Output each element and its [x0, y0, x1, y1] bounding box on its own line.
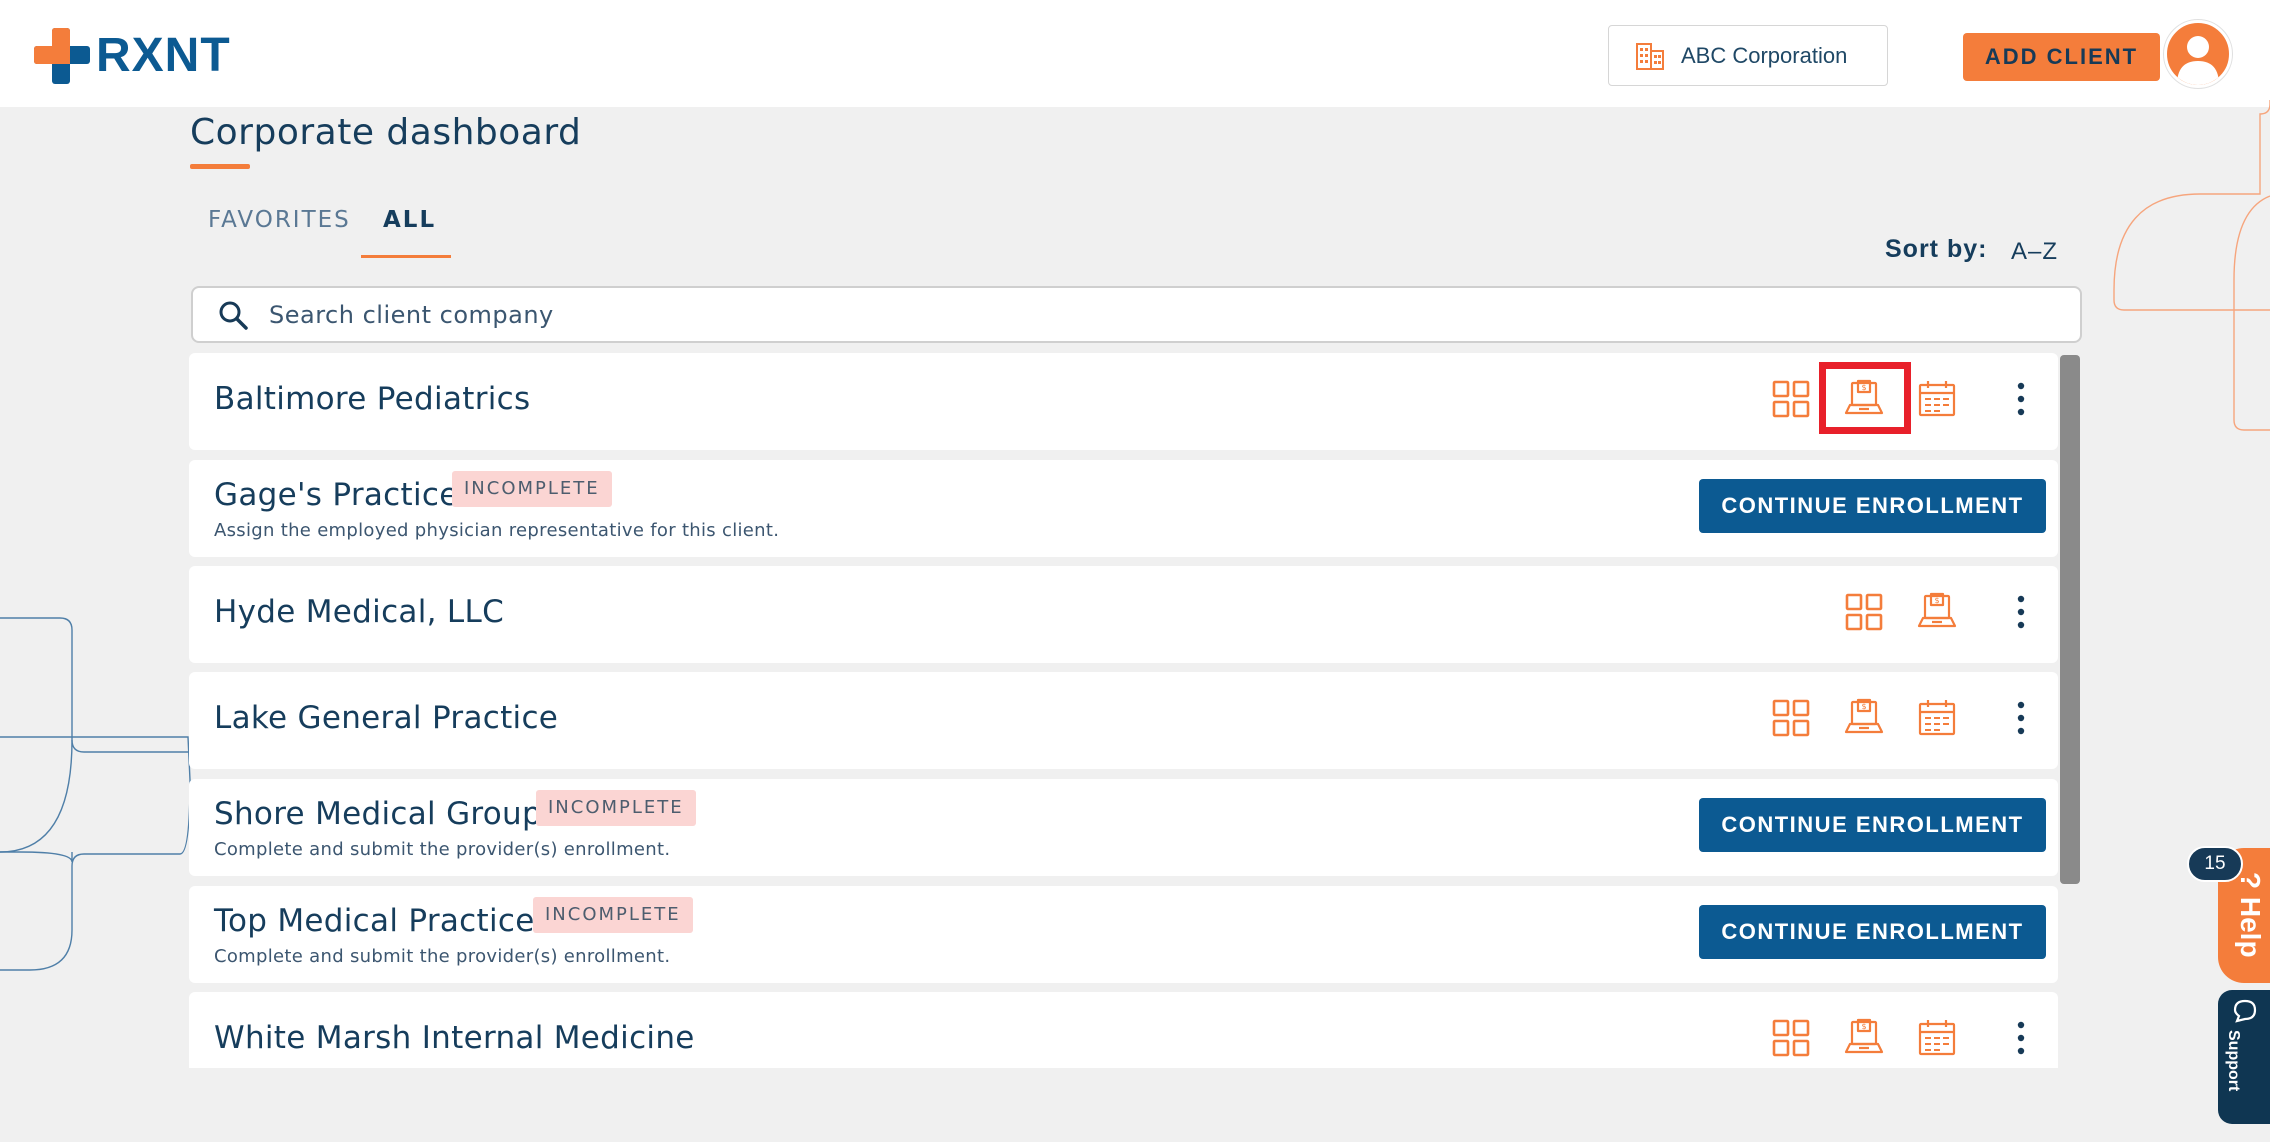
client-message: Assign the employed physician representa…	[214, 520, 780, 541]
organization-selector[interactable]: ABC Corporation	[1608, 25, 1888, 86]
active-tab-indicator	[361, 255, 451, 258]
calendar-icon[interactable]	[1915, 377, 1959, 421]
decorative-cross-outline-right	[2113, 100, 2270, 431]
sort-label: Sort by:	[1885, 235, 1988, 263]
grid-icon[interactable]	[1769, 696, 1813, 740]
continue-enrollment-button[interactable]: CONTINUE ENROLLMENT	[1699, 479, 2046, 533]
cross-logo-icon	[34, 28, 90, 84]
continue-enrollment-button[interactable]: CONTINUE ENROLLMENT	[1699, 798, 2046, 852]
client-list: Baltimore Pediatrics $ Gage's Practice I…	[189, 353, 2082, 1068]
more-options-icon[interactable]	[1999, 377, 2043, 421]
chat-bubble-icon	[2233, 999, 2257, 1023]
svg-text:$: $	[1861, 1022, 1866, 1031]
grid-icon[interactable]	[1842, 590, 1886, 634]
client-row-gages-practice[interactable]: Gage's Practice INCOMPLETE Assign the em…	[189, 460, 2058, 557]
tab-all[interactable]: ALL	[383, 207, 436, 233]
help-label[interactable]: ? Help	[2226, 872, 2266, 972]
calendar-icon[interactable]	[1915, 696, 1959, 740]
client-name: Gage's Practice	[214, 477, 459, 513]
calendar-icon[interactable]	[1915, 1016, 1959, 1060]
status-badge: INCOMPLETE	[536, 790, 696, 826]
decorative-cross-outline-left	[0, 617, 191, 971]
search-icon	[219, 301, 248, 330]
organization-name: ABC Corporation	[1681, 42, 1848, 68]
grid-icon[interactable]	[1769, 377, 1813, 421]
brand-name: RXNT	[96, 29, 231, 82]
client-name: Shore Medical Group	[214, 796, 542, 832]
client-name: Hyde Medical, LLC	[214, 594, 505, 630]
list-scrollbar-thumb[interactable]	[2060, 355, 2080, 884]
title-underline	[190, 164, 250, 169]
grid-icon[interactable]	[1769, 1016, 1813, 1060]
sort-dropdown[interactable]: A–Z	[2011, 238, 2058, 266]
add-client-button[interactable]: ADD CLIENT	[1963, 33, 2160, 81]
client-name: Lake General Practice	[214, 700, 559, 736]
client-row-shore-medical-group[interactable]: Shore Medical Group INCOMPLETE Complete …	[189, 779, 2058, 876]
highlight-box	[1819, 362, 1911, 434]
client-name: White Marsh Internal Medicine	[214, 1020, 695, 1056]
user-avatar[interactable]	[2164, 20, 2232, 88]
billing-laptop-icon[interactable]: $	[1915, 590, 1959, 634]
continue-enrollment-button[interactable]: CONTINUE ENROLLMENT	[1699, 905, 2046, 959]
client-row-lake-general-practice[interactable]: Lake General Practice $	[189, 672, 2058, 769]
svg-text:$: $	[1934, 596, 1939, 605]
billing-laptop-icon[interactable]: $	[1842, 1016, 1886, 1060]
rxnt-logo[interactable]: RXNT	[34, 26, 231, 86]
more-options-icon[interactable]	[1999, 590, 2043, 634]
support-label[interactable]: Support	[2224, 1030, 2242, 1091]
user-icon	[2177, 36, 2219, 85]
client-message: Complete and submit the provider(s) enro…	[214, 839, 671, 860]
client-row-top-medical-practice[interactable]: Top Medical Practice INCOMPLETE Complete…	[189, 886, 2058, 983]
client-row-white-marsh-internal-medicine[interactable]: White Marsh Internal Medicine $	[189, 992, 2058, 1068]
top-header: RXNT ABC Corporation ADD CLIENT	[0, 0, 2270, 107]
page-title: Corporate dashboard	[190, 112, 582, 153]
client-row-hyde-medical[interactable]: Hyde Medical, LLC $	[189, 566, 2058, 663]
more-options-icon[interactable]	[1999, 696, 2043, 740]
search-bar	[191, 286, 2082, 343]
search-input[interactable]	[269, 300, 1969, 329]
client-name: Top Medical Practice	[214, 903, 535, 939]
client-message: Complete and submit the provider(s) enro…	[214, 946, 671, 967]
client-row-baltimore-pediatrics[interactable]: Baltimore Pediatrics $	[189, 353, 2058, 450]
client-name: Baltimore Pediatrics	[214, 381, 531, 417]
status-badge: INCOMPLETE	[533, 897, 693, 933]
status-badge: INCOMPLETE	[452, 471, 612, 507]
tab-favorites[interactable]: FAVORITES	[208, 207, 351, 233]
billing-laptop-icon[interactable]: $	[1842, 696, 1886, 740]
more-options-icon[interactable]	[1999, 1016, 2043, 1060]
svg-text:$: $	[1861, 702, 1866, 711]
help-count-badge: 15	[2187, 846, 2243, 882]
building-icon	[1636, 42, 1664, 70]
